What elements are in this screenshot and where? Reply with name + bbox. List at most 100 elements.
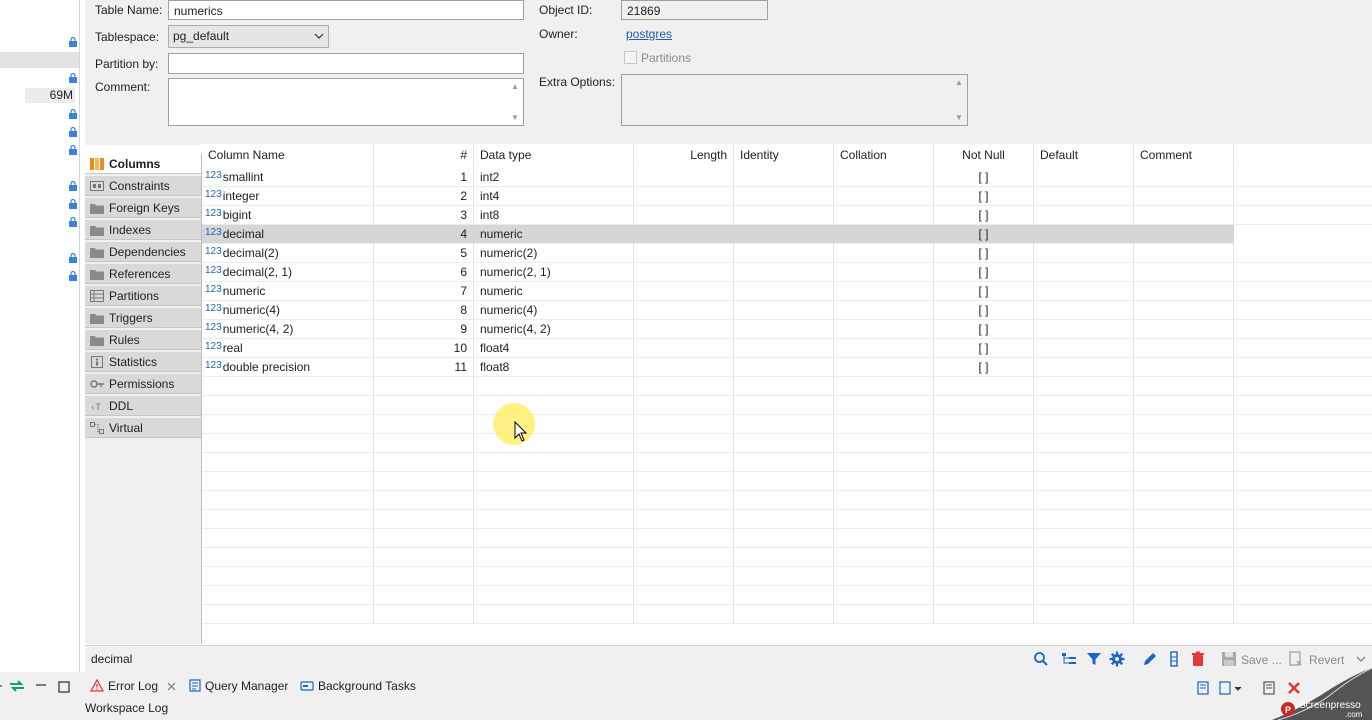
table-row[interactable]: 123decimal 4 numeric[ ] — [202, 225, 1234, 244]
cell-name[interactable]: 123real — [202, 339, 374, 358]
cell-num[interactable]: 2 — [374, 187, 474, 206]
tab-virtual[interactable]: Virtual — [85, 418, 201, 438]
tree-view-icon[interactable] — [1061, 651, 1077, 667]
cell-comment[interactable] — [1134, 206, 1234, 225]
cell-type[interactable]: int8 — [474, 206, 634, 225]
tab-columns[interactable]: Columns — [85, 154, 201, 174]
cell-collation[interactable] — [834, 282, 934, 301]
cell-not-null[interactable]: [ ] — [934, 358, 1034, 377]
cell-default[interactable] — [1034, 339, 1134, 358]
cell-comment[interactable] — [1134, 282, 1234, 301]
cell-identity[interactable] — [734, 301, 834, 320]
table-row[interactable]: 123decimal(2) 5 numeric(2)[ ] — [202, 244, 1372, 263]
cell-comment[interactable] — [1134, 339, 1234, 358]
cell-identity[interactable] — [734, 320, 834, 339]
cell-identity[interactable] — [734, 263, 834, 282]
comment-scrollbar[interactable]: ▲ ▼ — [508, 80, 522, 124]
cell-name[interactable]: 123numeric(4) — [202, 301, 374, 320]
header-identity[interactable]: Identity — [734, 144, 834, 167]
cell-identity[interactable] — [734, 339, 834, 358]
cell-default[interactable] — [1034, 225, 1134, 244]
gear-icon[interactable] — [1109, 651, 1125, 667]
cell-type[interactable]: float8 — [474, 358, 634, 377]
cell-comment[interactable] — [1134, 168, 1234, 187]
cell-collation[interactable] — [834, 358, 934, 377]
cell-identity[interactable] — [734, 206, 834, 225]
tab-permissions[interactable]: Permissions — [85, 374, 201, 394]
partition-by-field[interactable] — [168, 53, 524, 74]
cell-not-null[interactable]: [ ] — [934, 244, 1034, 263]
save-icon[interactable] — [1221, 651, 1237, 667]
cell-name[interactable]: 123smallint — [202, 168, 374, 187]
cell-num[interactable]: 11 — [374, 358, 474, 377]
comment-textarea[interactable]: ▲ ▼ — [168, 78, 524, 126]
cell-not-null[interactable]: [ ] — [934, 339, 1034, 358]
cell-not-null[interactable]: [ ] — [934, 263, 1034, 282]
tab-constraints[interactable]: Constraints — [85, 176, 201, 196]
cell-length[interactable] — [634, 358, 734, 377]
delete-icon[interactable] — [1190, 651, 1206, 667]
edit-pencil-icon[interactable] — [1142, 651, 1158, 667]
cell-collation[interactable] — [834, 339, 934, 358]
table-row[interactable]: 123real 10 float4[ ] — [202, 339, 1372, 358]
cell-name[interactable]: 123bigint — [202, 206, 374, 225]
cell-not-null[interactable]: [ ] — [934, 168, 1034, 187]
more-options-icon[interactable] — [1353, 651, 1369, 667]
cell-not-null[interactable]: [ ] — [934, 301, 1034, 320]
partitions-checkbox[interactable] — [624, 51, 637, 64]
link-with-editor-icon[interactable] — [9, 680, 25, 692]
cell-type[interactable]: int2 — [474, 168, 634, 187]
tab-triggers[interactable]: Triggers — [85, 308, 201, 328]
cell-type[interactable]: numeric(4, 2) — [474, 320, 634, 339]
cell-comment[interactable] — [1134, 225, 1234, 244]
header-column-name[interactable]: Column Name — [202, 144, 374, 167]
tab-rules[interactable]: Rules — [85, 330, 201, 350]
cell-default[interactable] — [1034, 187, 1134, 206]
tablespace-select[interactable]: pg_default — [168, 25, 329, 48]
cell-type[interactable]: numeric — [474, 225, 634, 244]
cell-length[interactable] — [634, 301, 734, 320]
extra-options-scrollbar[interactable]: ▲ ▼ — [952, 76, 966, 124]
cell-type[interactable]: int4 — [474, 187, 634, 206]
cell-identity[interactable] — [734, 225, 834, 244]
owner-link[interactable]: postgres — [626, 27, 672, 41]
cell-num[interactable]: 4 — [374, 225, 474, 244]
table-name-field[interactable]: numerics — [168, 0, 524, 20]
cell-collation[interactable] — [834, 263, 934, 282]
cell-identity[interactable] — [734, 244, 834, 263]
table-row[interactable]: 123numeric(4) 8 numeric(4)[ ] — [202, 301, 1372, 320]
cell-comment[interactable] — [1134, 320, 1234, 339]
cell-identity[interactable] — [734, 168, 834, 187]
header-number[interactable]: # — [374, 144, 474, 167]
cell-default[interactable] — [1034, 244, 1134, 263]
cell-name[interactable]: 123decimal — [202, 225, 374, 244]
cell-num[interactable]: 6 — [374, 263, 474, 282]
cell-length[interactable] — [634, 225, 734, 244]
header-comment[interactable]: Comment — [1134, 144, 1234, 167]
scroll-up-icon[interactable]: ▲ — [955, 78, 963, 87]
scroll-down-icon[interactable]: ▼ — [511, 113, 519, 122]
cell-type[interactable]: numeric(2) — [474, 244, 634, 263]
cell-type[interactable]: numeric(4) — [474, 301, 634, 320]
tab-ddl[interactable]: ‹T DDL — [85, 396, 201, 416]
export-log-icon[interactable] — [1196, 681, 1212, 695]
tab-statistics[interactable]: Statistics — [85, 352, 201, 372]
cell-default[interactable] — [1034, 206, 1134, 225]
cell-not-null[interactable]: [ ] — [934, 282, 1034, 301]
tab-partitions[interactable]: Partitions — [85, 286, 201, 306]
cell-length[interactable] — [634, 244, 734, 263]
cell-comment[interactable] — [1134, 301, 1234, 320]
cell-collation[interactable] — [834, 187, 934, 206]
cell-name[interactable]: 123numeric — [202, 282, 374, 301]
table-row[interactable]: 123bigint 3 int8[ ] — [202, 206, 1372, 225]
cell-not-null[interactable]: [ ] — [934, 320, 1034, 339]
cell-identity[interactable] — [734, 187, 834, 206]
scroll-down-icon[interactable]: ▼ — [955, 113, 963, 122]
cell-num[interactable]: 5 — [374, 244, 474, 263]
close-icon[interactable] — [167, 682, 176, 691]
header-data-type[interactable]: Data type — [474, 144, 634, 167]
table-row[interactable]: 123numeric 7 numeric[ ] — [202, 282, 1372, 301]
cell-identity[interactable] — [734, 282, 834, 301]
cell-collation[interactable] — [834, 301, 934, 320]
cell-comment[interactable] — [1134, 187, 1234, 206]
